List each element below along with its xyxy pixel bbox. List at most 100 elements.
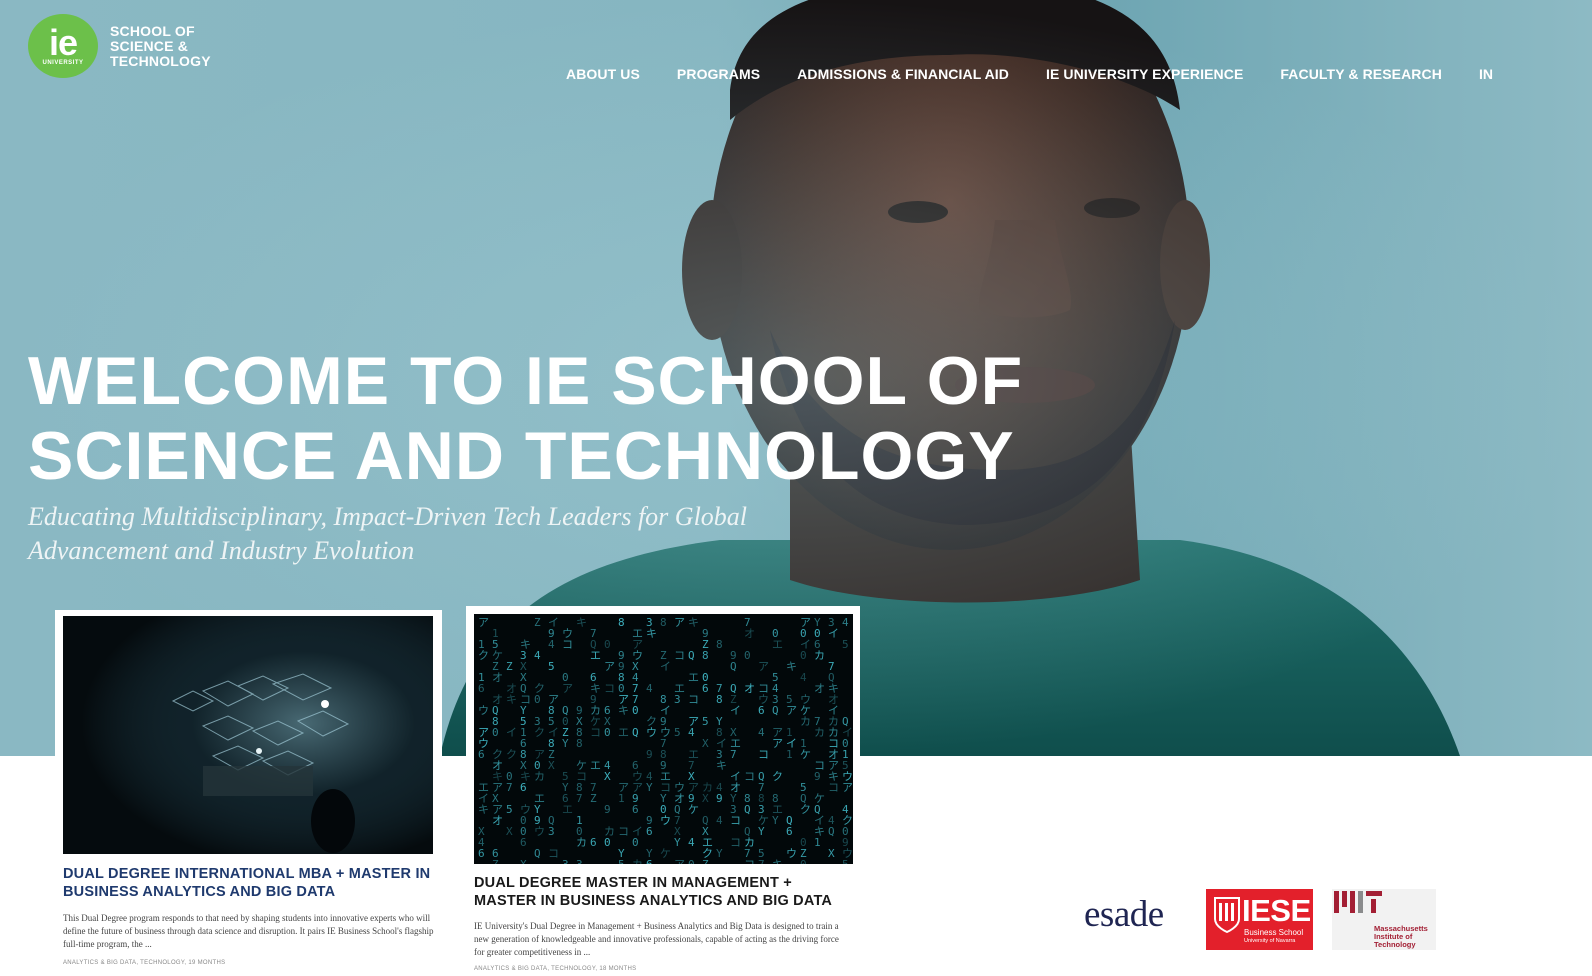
svg-text:Q: Q xyxy=(828,825,835,838)
svg-text:コ: コ xyxy=(562,638,573,651)
svg-text:6: 6 xyxy=(478,748,485,761)
hero-title-line: WELCOME TO IE SCHOOL OF xyxy=(28,343,1024,419)
nav-item-about-us[interactable]: ABOUT US xyxy=(566,66,640,82)
svg-text:Y: Y xyxy=(716,847,723,860)
svg-text:6: 6 xyxy=(646,858,653,864)
svg-text:0: 0 xyxy=(800,649,807,662)
svg-text:エ: エ xyxy=(688,671,699,684)
svg-text:カ: カ xyxy=(814,726,825,739)
svg-text:4: 4 xyxy=(842,616,849,629)
svg-text:X: X xyxy=(702,792,709,805)
svg-text:9: 9 xyxy=(716,792,723,805)
svg-text:ウ: ウ xyxy=(534,825,545,838)
program-card-title[interactable]: DUAL DEGREE MASTER IN MANAGEMENT + MASTE… xyxy=(474,874,858,910)
svg-text:4: 4 xyxy=(688,836,695,849)
svg-text:7: 7 xyxy=(576,792,583,805)
svg-text:0: 0 xyxy=(688,858,695,864)
svg-text:キ: キ xyxy=(786,660,797,673)
svg-text:0: 0 xyxy=(632,836,639,849)
svg-text:4: 4 xyxy=(716,814,723,827)
svg-text:Y: Y xyxy=(562,737,569,750)
svg-text:Y: Y xyxy=(758,825,765,838)
program-desc-line: new generation of knowledgeable and inno… xyxy=(474,934,839,944)
mit-wordmark: Massachusetts Institute of Technology xyxy=(1374,925,1428,949)
svg-text:6: 6 xyxy=(590,836,597,849)
svg-text:カ: カ xyxy=(534,770,545,783)
svg-text:Y: Y xyxy=(772,814,779,827)
hero-subtitle: Educating Multidisciplinary, Impact-Driv… xyxy=(28,500,788,568)
logo-wordmark: SCHOOL OF SCIENCE & TECHNOLOGY xyxy=(110,22,211,69)
svg-text:8: 8 xyxy=(576,737,583,750)
nav-item-faculty-research[interactable]: FACULTY & RESEARCH xyxy=(1280,66,1442,82)
svg-text:キ: キ xyxy=(618,704,629,717)
program-card[interactable]: DUAL DEGREE INTERNATIONAL MBA + MASTER I… xyxy=(55,610,442,976)
mit-line: Technology xyxy=(1374,940,1416,949)
svg-text:エ: エ xyxy=(590,649,601,662)
nav-item-admissions[interactable]: ADMISSIONS & FINANCIAL AID xyxy=(797,66,1009,82)
iese-logo: IESE Business School University of Navar… xyxy=(1206,889,1313,950)
nav-item-university-experience[interactable]: IE UNIVERSITY EXPERIENCE xyxy=(1046,66,1243,82)
nav-item-truncated[interactable]: IN xyxy=(1479,66,1493,82)
iese-subline: Business School xyxy=(1244,928,1304,937)
svg-text:コ: コ xyxy=(758,748,769,761)
program-title-line: DUAL DEGREE MASTER IN MANAGEMENT + xyxy=(474,875,792,891)
svg-text:4: 4 xyxy=(646,682,653,695)
svg-text:ウ: ウ xyxy=(660,814,671,827)
svg-text:6: 6 xyxy=(758,704,765,717)
svg-text:7: 7 xyxy=(730,748,737,761)
svg-text:ケ: ケ xyxy=(660,847,671,860)
svg-text:1: 1 xyxy=(786,748,793,761)
svg-text:4: 4 xyxy=(758,726,765,739)
svg-text:カ: カ xyxy=(576,836,587,849)
svg-text:5: 5 xyxy=(674,726,681,739)
svg-text:X: X xyxy=(520,858,527,864)
svg-text:キ: キ xyxy=(646,627,657,640)
svg-text:4: 4 xyxy=(548,638,555,651)
svg-text:ア: ア xyxy=(758,660,769,673)
svg-text:ク: ク xyxy=(800,803,811,816)
logo-line: TECHNOLOGY xyxy=(110,52,211,69)
logo-line: SCHOOL OF xyxy=(110,22,195,39)
svg-text:オ: オ xyxy=(492,814,503,827)
svg-text:Y: Y xyxy=(674,836,681,849)
svg-text:ア: ア xyxy=(674,616,685,629)
svg-text:8: 8 xyxy=(716,638,723,651)
svg-text:3: 3 xyxy=(562,858,569,864)
program-card-image xyxy=(63,616,433,854)
nav-item-programs[interactable]: PROGRAMS xyxy=(677,66,760,82)
svg-text:5: 5 xyxy=(618,858,625,864)
svg-text:Q: Q xyxy=(730,660,737,673)
svg-text:ウ: ウ xyxy=(478,704,489,717)
svg-text:9: 9 xyxy=(646,748,653,761)
svg-text:0: 0 xyxy=(604,638,611,651)
hero-subtitle-line: Educating Multidisciplinary, Impact-Driv… xyxy=(28,502,748,531)
svg-text:6: 6 xyxy=(520,781,527,794)
svg-text:Q: Q xyxy=(744,803,751,816)
svg-text:ア: ア xyxy=(562,682,573,695)
svg-text:コ: コ xyxy=(604,682,615,695)
svg-text:エ: エ xyxy=(772,638,783,651)
svg-text:カ: カ xyxy=(632,858,643,864)
svg-text:コ: コ xyxy=(548,847,559,860)
school-logo[interactable]: ie UNIVERSITY SCHOOL OF SCIENCE & TECHNO… xyxy=(28,14,211,78)
svg-text:ケ: ケ xyxy=(800,748,811,761)
svg-text:カ: カ xyxy=(814,649,825,662)
svg-text:6: 6 xyxy=(478,682,485,695)
svg-text:7: 7 xyxy=(758,858,765,864)
svg-text:X: X xyxy=(548,759,555,772)
svg-text:5: 5 xyxy=(506,803,513,816)
svg-text:Z: Z xyxy=(506,660,513,673)
svg-text:5: 5 xyxy=(548,660,555,673)
svg-text:9: 9 xyxy=(814,770,821,783)
svg-text:Z: Z xyxy=(590,792,597,805)
program-desc-line: full-time program, the ... xyxy=(63,939,152,949)
svg-text:4: 4 xyxy=(688,726,695,739)
svg-text:X: X xyxy=(828,847,835,860)
program-desc-line: for greater competitiveness in ... xyxy=(474,947,591,957)
program-card-title[interactable]: DUAL DEGREE INTERNATIONAL MBA + MASTER I… xyxy=(63,865,438,901)
svg-text:5: 5 xyxy=(702,715,709,728)
program-card[interactable]: ア1ク16ウアウ6エイキX4615ケZオオQ80クオキアXアオ6ZZオキイク07… xyxy=(466,606,860,976)
hero-title: WELCOME TO IE SCHOOL OF SCIENCE AND TECH… xyxy=(28,344,1228,494)
svg-text:キ: キ xyxy=(688,616,699,629)
svg-text:1: 1 xyxy=(618,792,625,805)
